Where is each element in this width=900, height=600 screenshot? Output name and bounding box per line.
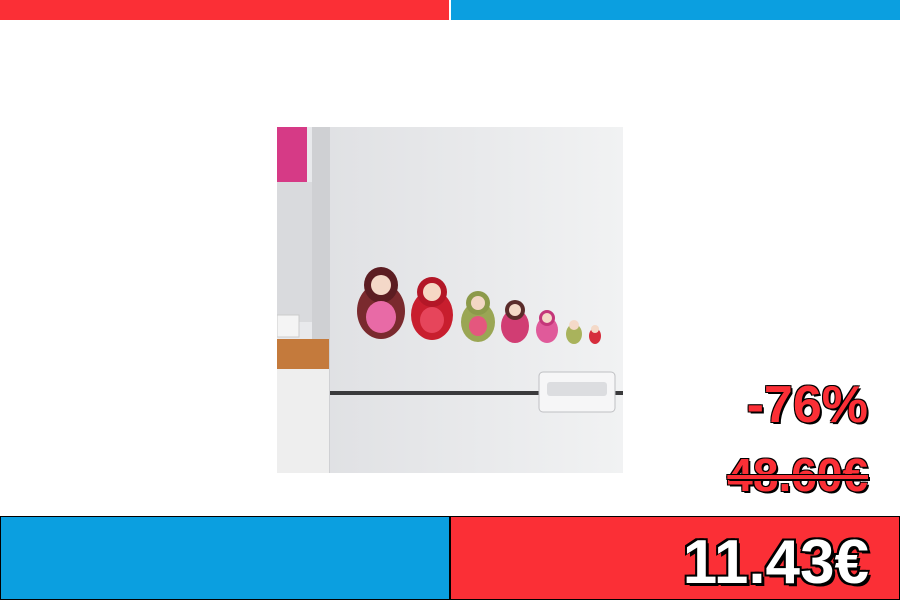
bottom-bar-red-segment: 11.43€ <box>450 516 900 600</box>
new-price-label: 11.43€ <box>682 528 869 597</box>
top-bar-red-segment <box>0 0 449 20</box>
bottom-bar-blue-segment <box>0 516 450 600</box>
bottom-price-bar: 11.43€ <box>0 516 900 600</box>
old-price-label: 48.60€ <box>727 449 868 501</box>
top-color-bar <box>0 0 900 20</box>
discount-label: -76% <box>746 376 868 434</box>
product-image <box>277 127 623 473</box>
top-bar-blue-segment <box>451 0 900 20</box>
nesting-dolls-photo-icon <box>277 127 623 473</box>
